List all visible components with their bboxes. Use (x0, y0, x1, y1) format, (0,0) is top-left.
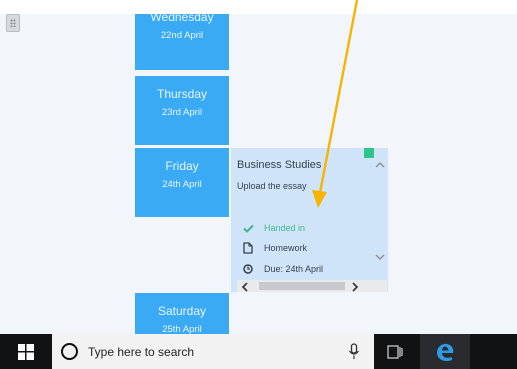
search-placeholder: Type here to search (88, 345, 195, 359)
start-button[interactable] (0, 334, 52, 369)
assignment-task: Upload the essay (237, 181, 307, 191)
chevron-left-icon (241, 282, 248, 292)
scroll-right-button[interactable] (349, 280, 361, 292)
day-date: 23rd April (161, 107, 203, 118)
day-date: 22nd April (160, 30, 204, 41)
day-tile-saturday[interactable]: Saturday 25th April (135, 293, 229, 334)
task-view-icon[interactable] (385, 342, 405, 362)
day-date: 25th April (162, 324, 202, 334)
status-label: Handed in (264, 223, 306, 233)
status-indicator (364, 148, 374, 158)
chevron-up-icon (375, 162, 385, 168)
edge-icon[interactable] (420, 334, 470, 369)
status-row: Handed in (242, 222, 305, 234)
microphone-icon[interactable] (347, 342, 361, 362)
taskbar-search-box[interactable]: Type here to search (52, 334, 374, 369)
taskbar: Type here to search (0, 334, 517, 369)
scroll-up-button[interactable] (373, 158, 387, 172)
due-label: Due: 24th April (264, 264, 324, 274)
scrollbar-thumb[interactable] (259, 282, 345, 290)
scroll-down-button[interactable] (373, 250, 387, 264)
day-name: Friday (165, 159, 199, 173)
due-row: Due: 24th April (242, 263, 323, 275)
type-label: Homework (264, 243, 308, 253)
day-name: Wednesday (150, 14, 214, 24)
assignment-subject: Business Studies (237, 159, 322, 171)
clock-icon (242, 263, 254, 275)
type-row: Homework (242, 242, 307, 254)
chevron-down-icon (375, 254, 385, 260)
scroll-left-button[interactable] (239, 280, 251, 292)
day-tile-wednesday[interactable]: Wednesday 22nd April (135, 14, 229, 70)
document-icon (242, 242, 254, 254)
day-name: Thursday (156, 87, 208, 101)
grip-icon[interactable] (6, 14, 20, 32)
day-date: 24th April (162, 179, 202, 190)
day-name: Saturday (157, 304, 207, 318)
assignment-card[interactable]: Business Studies Upload the essay Handed… (231, 148, 388, 292)
windows-icon (18, 343, 34, 360)
check-icon (242, 222, 254, 234)
day-tile-friday[interactable]: Friday 24th April (135, 148, 229, 217)
cortana-icon[interactable] (61, 343, 78, 360)
day-tile-thursday[interactable]: Thursday 23rd April (135, 76, 229, 145)
chevron-right-icon (352, 282, 359, 292)
horizontal-scrollbar[interactable] (237, 280, 387, 292)
